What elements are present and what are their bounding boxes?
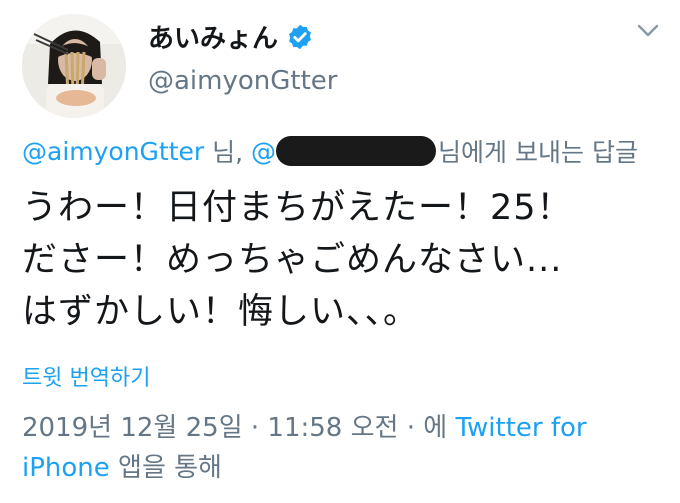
source-link-part-2[interactable]: iPhone bbox=[22, 453, 110, 483]
timestamp[interactable]: 2019년 12월 25일 · 11:58 오전 · 에 bbox=[22, 413, 455, 443]
tweet-line-3: はずかしい！悔しい、、。 bbox=[22, 292, 420, 332]
reply-mention-1[interactable]: @aimyonGtter bbox=[22, 137, 204, 166]
avatar-image bbox=[22, 14, 126, 118]
display-name[interactable]: あいみょん bbox=[148, 18, 278, 55]
redacted-username bbox=[276, 136, 437, 166]
tweet-text: うわー！日付まちがえたー！25！ ださー！めっちゃごめんなさい... はずかしい… bbox=[22, 182, 662, 338]
tweet-line-1: うわー！日付まちがえたー！25！ bbox=[22, 188, 573, 228]
avatar[interactable] bbox=[22, 14, 126, 118]
reply-suffix: 님에게 보내는 답글 bbox=[438, 138, 638, 167]
chevron-down-icon[interactable] bbox=[637, 24, 659, 38]
reply-context: @aimyonGtter 님, @ 님에게 보내는 답글 bbox=[22, 133, 638, 169]
verified-badge-icon bbox=[289, 24, 311, 49]
translate-tweet-link[interactable]: 트윗 번역하기 bbox=[22, 360, 150, 392]
reply-mention-2[interactable]: @ bbox=[251, 137, 276, 166]
tweet-metadata: 2019년 12월 25일 · 11:58 오전 · 에 Twitter for… bbox=[22, 408, 662, 488]
reply-separator: 님, bbox=[204, 138, 252, 167]
tweet-line-2: ださー！めっちゃごめんなさい... bbox=[22, 240, 563, 280]
handle[interactable]: @aimyonGtter bbox=[148, 66, 337, 96]
author-name-row: あいみょん bbox=[148, 18, 314, 55]
source-suffix: 앱을 통해 bbox=[109, 453, 222, 483]
source-link-part-1[interactable]: Twitter for bbox=[455, 413, 586, 443]
